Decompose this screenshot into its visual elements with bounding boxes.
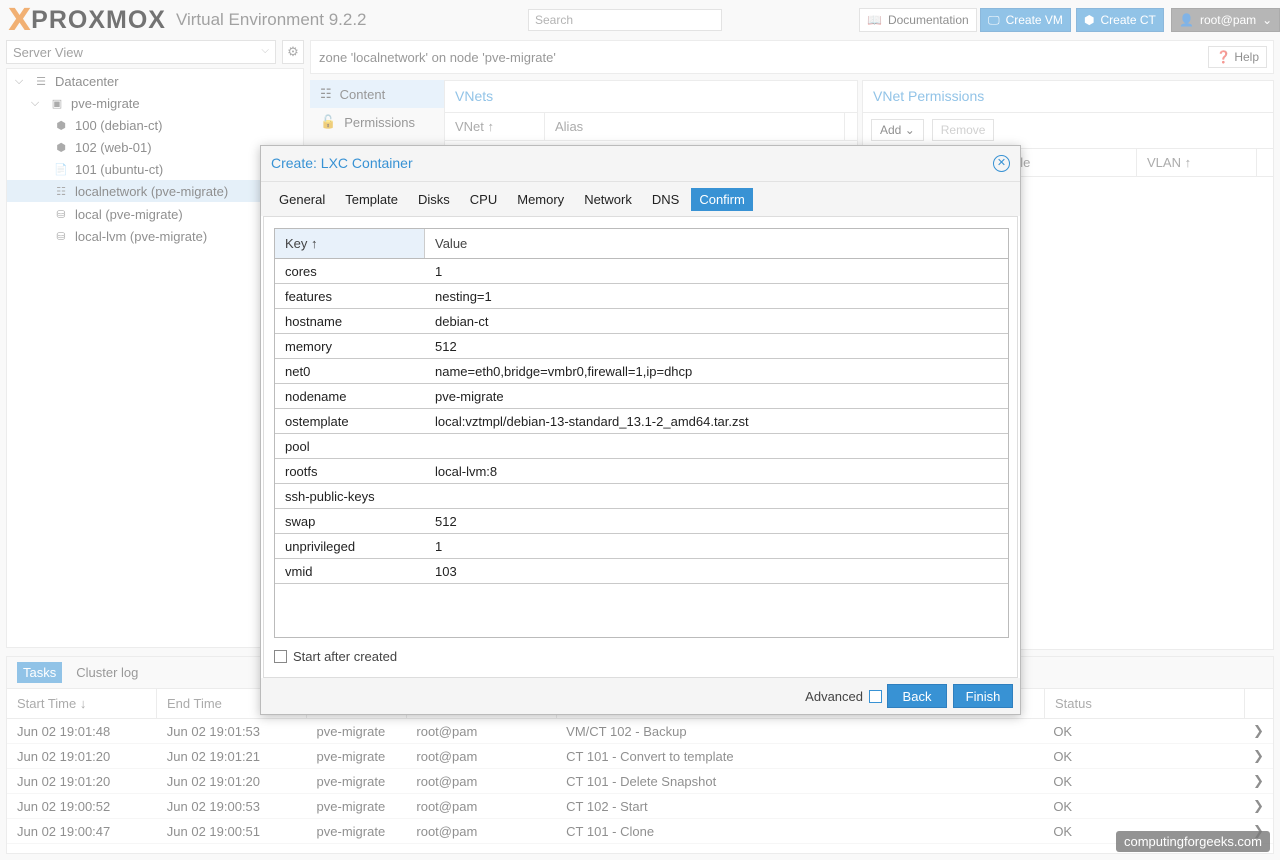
summary-row[interactable]: hostname debian-ct — [275, 309, 1008, 334]
finish-button[interactable]: Finish — [953, 684, 1013, 708]
tab-template[interactable]: Template — [337, 188, 406, 211]
tab-dns[interactable]: DNS — [644, 188, 687, 211]
dialog-header: Create: LXC Container ✕ — [261, 146, 1020, 182]
tab-memory[interactable]: Memory — [509, 188, 572, 211]
summary-row[interactable]: pool — [275, 434, 1008, 459]
tab-network[interactable]: Network — [576, 188, 640, 211]
dialog-footer: Advanced Back Finish — [261, 678, 1020, 714]
tab-general[interactable]: General — [271, 188, 333, 211]
advanced-checkbox[interactable]: Advanced — [805, 689, 882, 704]
summary-row[interactable]: features nesting=1 — [275, 284, 1008, 309]
checkbox-unchecked[interactable] — [274, 650, 287, 663]
summary-grid: Key ↑ Value cores 1 features nesting=1 hos… — [274, 228, 1009, 638]
summary-row[interactable]: memory 512 — [275, 334, 1008, 359]
summary-row[interactable]: ssh-public-keys — [275, 484, 1008, 509]
back-button[interactable]: Back — [887, 684, 947, 708]
tab-confirm[interactable]: Confirm — [691, 187, 753, 211]
col-key[interactable]: Key ↑ — [275, 229, 425, 258]
summary-columns: Key ↑ Value — [275, 229, 1008, 259]
dialog-title: Create: LXC Container — [271, 155, 413, 171]
summary-row[interactable]: cores 1 — [275, 259, 1008, 284]
create-lxc-dialog: Create: LXC Container ✕ General Template… — [260, 145, 1021, 715]
col-value[interactable]: Value — [425, 229, 1008, 258]
start-after-created-checkbox[interactable]: Start after created — [274, 649, 397, 664]
sort-asc-icon: ↑ — [311, 236, 318, 251]
tab-cpu[interactable]: CPU — [462, 188, 505, 211]
dialog-body: Key ↑ Value cores 1 features nesting=1 hos… — [263, 216, 1018, 678]
watermark: computingforgeeks.com — [1115, 831, 1270, 852]
summary-row[interactable]: swap 512 — [275, 509, 1008, 534]
close-icon[interactable]: ✕ — [993, 155, 1010, 172]
summary-row[interactable]: net0 name=eth0,bridge=vmbr0,firewall=1,ip… — [275, 359, 1008, 384]
summary-row[interactable]: vmid 103 — [275, 559, 1008, 584]
summary-row[interactable]: rootfs local-lvm:8 — [275, 459, 1008, 484]
wizard-tabs: General Template Disks CPU Memory Networ… — [261, 182, 1020, 216]
summary-row[interactable]: unprivileged 1 — [275, 534, 1008, 559]
tab-disks[interactable]: Disks — [410, 188, 458, 211]
summary-row[interactable]: ostemplate local:vztmpl/debian-13-standar… — [275, 409, 1008, 434]
summary-row[interactable]: nodename pve-migrate — [275, 384, 1008, 409]
checkbox-unchecked[interactable] — [869, 690, 882, 703]
